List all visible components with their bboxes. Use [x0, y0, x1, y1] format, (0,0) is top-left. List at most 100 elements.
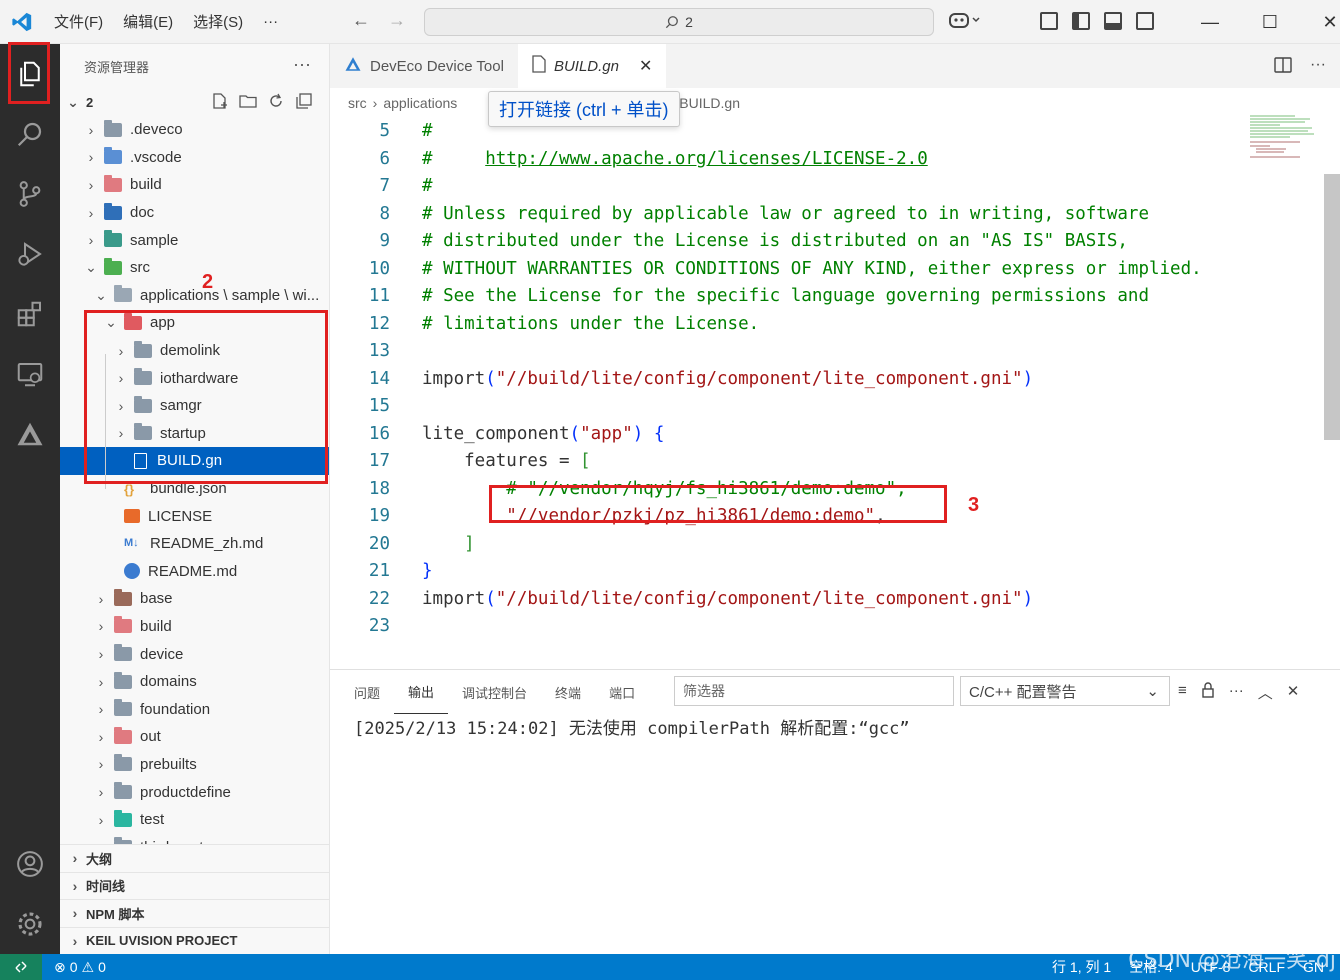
collapse-all-icon[interactable] — [295, 92, 313, 110]
panel-tab-terminal[interactable]: 终端 — [541, 670, 595, 714]
code-line[interactable]: 12 # limitations under the License. — [330, 311, 1340, 339]
tree-item[interactable]: README.md — [60, 558, 329, 586]
tree-item[interactable]: › .deveco — [60, 116, 329, 144]
menu-file[interactable]: 文件(F) — [44, 11, 113, 32]
code-line[interactable]: 15 — [330, 393, 1340, 421]
panel-tab-debug-console[interactable]: 调试控制台 — [448, 670, 541, 714]
tree-item[interactable]: › startup — [60, 420, 329, 448]
tree-item[interactable]: › test — [60, 806, 329, 834]
code-line[interactable]: 6 # http://www.apache.org/licenses/LICENS… — [330, 146, 1340, 174]
remote-explorer-icon[interactable] — [0, 344, 60, 404]
close-panel-icon[interactable]: ✕ — [1287, 682, 1300, 703]
customize-layout-icon[interactable] — [1040, 12, 1058, 30]
more-actions-icon[interactable]: ··· — [1310, 56, 1326, 79]
tab-build-gn[interactable]: BUILD.gn ✕ — [517, 44, 667, 88]
tree-item[interactable]: › device — [60, 640, 329, 668]
source-control-icon[interactable] — [0, 164, 60, 224]
tree-item[interactable]: › build — [60, 171, 329, 199]
tree-item[interactable]: › doc — [60, 199, 329, 227]
code-line[interactable]: 21} — [330, 558, 1340, 586]
section-outline[interactable]: › 大纲 — [60, 844, 329, 872]
code-line[interactable]: 10 # WITHOUT WARRANTIES OR CONDITIONS OF … — [330, 256, 1340, 284]
output-filter-input[interactable]: 筛选器 — [674, 676, 954, 706]
tab-deveco-device-tool[interactable]: DevEco Device Tool — [330, 44, 518, 88]
clear-output-icon[interactable]: ≡ — [1178, 682, 1187, 703]
tree-item[interactable]: › samgr — [60, 392, 329, 420]
code-line[interactable]: 16 lite_component("app") { — [330, 421, 1340, 449]
code-line[interactable]: 14 import("//build/lite/config/component/… — [330, 366, 1340, 394]
code-line[interactable]: 17 features = [ — [330, 448, 1340, 476]
section-timeline[interactable]: › 时间线 — [60, 871, 329, 899]
explorer-icon[interactable] — [0, 44, 60, 104]
tree-item[interactable]: › .vscode — [60, 144, 329, 172]
run-debug-icon[interactable] — [0, 224, 60, 284]
code-line[interactable]: 7 # — [330, 173, 1340, 201]
toggle-secondary-sidebar-icon[interactable] — [1136, 12, 1154, 30]
tree-item[interactable]: LICENSE — [60, 502, 329, 530]
breadcrumb-item[interactable]: BUILD.gn — [679, 95, 740, 111]
panel-tab-output[interactable]: 输出 — [394, 670, 449, 714]
output-channel-select[interactable]: C/C++ 配置警告 ⌄ — [960, 676, 1170, 706]
code-line[interactable]: 20 ] — [330, 531, 1340, 559]
tree-item[interactable]: › foundation — [60, 695, 329, 723]
tree-item-selected[interactable]: BUILD.gn — [60, 447, 329, 475]
tree-item[interactable]: {} bundle.json — [60, 475, 329, 503]
tree-item[interactable]: › sample — [60, 226, 329, 254]
maximize-panel-icon[interactable]: ︿ — [1258, 682, 1273, 703]
tree-item[interactable]: › demolink — [60, 337, 329, 365]
panel-tab-problems[interactable]: 问题 — [340, 670, 394, 714]
forward-arrow-icon[interactable]: → — [388, 10, 406, 31]
tree-item[interactable]: › out — [60, 723, 329, 751]
tree-item[interactable]: ⌄ app — [60, 309, 329, 337]
code-line[interactable]: 9 # distributed under the License is dist… — [330, 228, 1340, 256]
minimize-icon[interactable]: — — [1180, 0, 1240, 44]
back-arrow-icon[interactable]: ← — [352, 10, 370, 31]
settings-icon[interactable] — [0, 894, 60, 954]
more-actions-icon[interactable]: ··· — [1229, 682, 1244, 703]
code-line[interactable]: 23 — [330, 613, 1340, 641]
new-file-icon[interactable] — [211, 92, 229, 110]
search-icon[interactable] — [0, 104, 60, 164]
section-npm-scripts[interactable]: › NPM 脚本 — [60, 899, 329, 927]
split-editor-icon[interactable] — [1274, 56, 1292, 79]
copilot-icon[interactable] — [948, 10, 982, 35]
menu-more[interactable]: ··· — [253, 13, 288, 30]
command-center-search[interactable]: 2 — [424, 8, 934, 36]
more-actions-icon[interactable]: ··· — [293, 54, 311, 75]
code-line[interactable]: 5 # — [330, 118, 1340, 146]
new-folder-icon[interactable] — [239, 92, 257, 110]
code-line[interactable]: 19 "//vendor/pzkj/pz_hi3861/demo:demo", — [330, 503, 1340, 531]
close-window-icon[interactable]: ✕ — [1300, 0, 1340, 44]
tree-item[interactable]: › base — [60, 585, 329, 613]
code-line[interactable]: 22 import("//build/lite/config/component/… — [330, 586, 1340, 614]
refresh-icon[interactable] — [267, 92, 285, 110]
code-line[interactable]: 11 # See the License for the specific lan… — [330, 283, 1340, 311]
tree-item[interactable]: › productdefine — [60, 778, 329, 806]
extensions-icon[interactable] — [0, 284, 60, 344]
cursor-position[interactable]: 行 1, 列 1 — [1052, 957, 1111, 977]
tree-item[interactable]: ⌄ src — [60, 254, 329, 282]
section-keil-uvision[interactable]: › KEIL UVISION PROJECT — [60, 926, 329, 954]
code-editor[interactable]: 5 #6 # http://www.apache.org/licenses/LICE… — [330, 118, 1340, 668]
menu-selection[interactable]: 选择(S) — [183, 11, 253, 32]
tree-item[interactable]: › build — [60, 613, 329, 641]
remote-indicator-icon[interactable] — [0, 954, 42, 980]
maximize-icon[interactable]: ☐ — [1240, 0, 1300, 44]
toggle-sidebar-icon[interactable] — [1072, 12, 1090, 30]
tree-item[interactable]: › prebuilts — [60, 751, 329, 779]
workspace-root[interactable]: ⌄ 2 — [60, 88, 329, 116]
editor-scrollbar[interactable] — [1324, 174, 1340, 440]
tree-item[interactable]: › iothardware — [60, 364, 329, 392]
problems-indicator[interactable]: ⊗ 0 ⚠ 0 — [54, 959, 106, 976]
lock-scroll-icon[interactable] — [1201, 682, 1215, 703]
tree-item[interactable]: › domains — [60, 668, 329, 696]
minimap[interactable] — [1250, 114, 1320, 160]
menu-edit[interactable]: 编辑(E) — [113, 11, 183, 32]
deveco-icon[interactable] — [0, 404, 60, 464]
toggle-panel-icon[interactable] — [1104, 12, 1122, 30]
tree-item[interactable]: M↓ README_zh.md — [60, 530, 329, 558]
breadcrumb-item[interactable]: applications — [383, 95, 457, 111]
breadcrumb-item[interactable]: src — [348, 95, 367, 111]
close-icon[interactable]: ✕ — [639, 56, 652, 76]
code-line[interactable]: 18 # "//vendor/hqyj/fs_hi3861/demo:demo"… — [330, 476, 1340, 504]
